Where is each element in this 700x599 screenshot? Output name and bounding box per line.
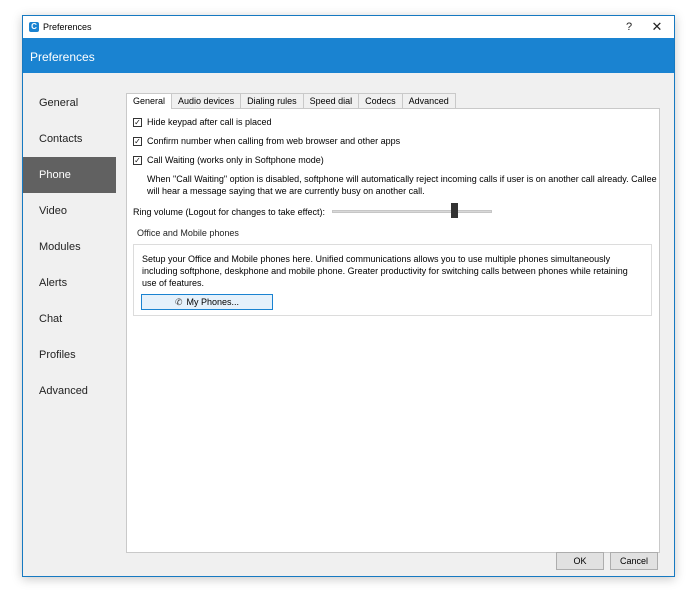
hide-keypad-label: Hide keypad after call is placed bbox=[147, 117, 272, 127]
tab-strip: General Audio devices Dialing rules Spee… bbox=[126, 93, 456, 109]
hide-keypad-option[interactable]: ✓ Hide keypad after call is placed bbox=[133, 117, 272, 127]
preferences-window: C Preferences ? ✕ Preferences General Co… bbox=[22, 15, 675, 577]
sidebar-item-chat[interactable]: Chat bbox=[23, 301, 116, 337]
tab-speed-dial[interactable]: Speed dial bbox=[302, 93, 360, 108]
help-button[interactable]: ? bbox=[621, 20, 637, 34]
ring-volume-label: Ring volume (Logout for changes to take … bbox=[133, 207, 325, 217]
app-logo-icon: C bbox=[29, 22, 39, 32]
close-button[interactable]: ✕ bbox=[649, 20, 665, 34]
title-bar: C Preferences ? ✕ bbox=[23, 16, 674, 38]
phones-group-title: Office and Mobile phones bbox=[137, 228, 239, 238]
sidebar-item-video[interactable]: Video bbox=[23, 193, 116, 229]
content-area: General Audio devices Dialing rules Spee… bbox=[116, 73, 674, 576]
cancel-button[interactable]: Cancel bbox=[610, 552, 658, 570]
phones-group-box: Setup your Office and Mobile phones here… bbox=[133, 244, 652, 316]
sidebar-item-alerts[interactable]: Alerts bbox=[23, 265, 116, 301]
sidebar: General Contacts Phone Video Modules Ale… bbox=[23, 73, 116, 576]
header-bar: Preferences bbox=[23, 38, 674, 73]
confirm-number-option[interactable]: ✓ Confirm number when calling from web b… bbox=[133, 136, 400, 146]
sidebar-item-modules[interactable]: Modules bbox=[23, 229, 116, 265]
ok-button[interactable]: OK bbox=[556, 552, 604, 570]
header-title: Preferences bbox=[30, 50, 95, 64]
sidebar-item-advanced[interactable]: Advanced bbox=[23, 373, 116, 409]
tab-general[interactable]: General bbox=[126, 93, 173, 109]
my-phones-button-label: My Phones... bbox=[186, 297, 240, 307]
tab-audio-devices[interactable]: Audio devices bbox=[171, 93, 242, 108]
ring-volume-slider-track[interactable] bbox=[332, 210, 492, 213]
call-waiting-option[interactable]: ✓ Call Waiting (works only in Softphone … bbox=[133, 155, 324, 165]
confirm-number-label: Confirm number when calling from web bro… bbox=[147, 136, 401, 146]
sidebar-item-contacts[interactable]: Contacts bbox=[23, 121, 116, 157]
my-phones-button[interactable]: ✆ My Phones... bbox=[141, 294, 273, 310]
hide-keypad-checkbox[interactable]: ✓ bbox=[133, 117, 142, 127]
tab-advanced[interactable]: Advanced bbox=[401, 93, 456, 108]
tab-codecs[interactable]: Codecs bbox=[358, 93, 403, 108]
phone-icon: ✆ bbox=[174, 296, 183, 307]
general-tab-panel: ✓ Hide keypad after call is placed ✓ Con… bbox=[126, 108, 660, 553]
window-title: Preferences bbox=[43, 22, 92, 32]
phones-group-description: Setup your Office and Mobile phones here… bbox=[142, 254, 628, 288]
tab-dialing-rules[interactable]: Dialing rules bbox=[240, 93, 304, 108]
call-waiting-label: Call Waiting (works only in Softphone mo… bbox=[147, 155, 324, 165]
call-waiting-note: When "Call Waiting" option is disabled, … bbox=[147, 174, 657, 196]
sidebar-item-phone[interactable]: Phone bbox=[23, 157, 116, 193]
sidebar-item-general[interactable]: General bbox=[23, 85, 116, 121]
confirm-number-checkbox[interactable]: ✓ bbox=[133, 136, 142, 146]
call-waiting-checkbox[interactable]: ✓ bbox=[133, 155, 142, 165]
sidebar-item-profiles[interactable]: Profiles bbox=[23, 337, 116, 373]
ring-volume-slider-thumb[interactable] bbox=[451, 203, 459, 218]
